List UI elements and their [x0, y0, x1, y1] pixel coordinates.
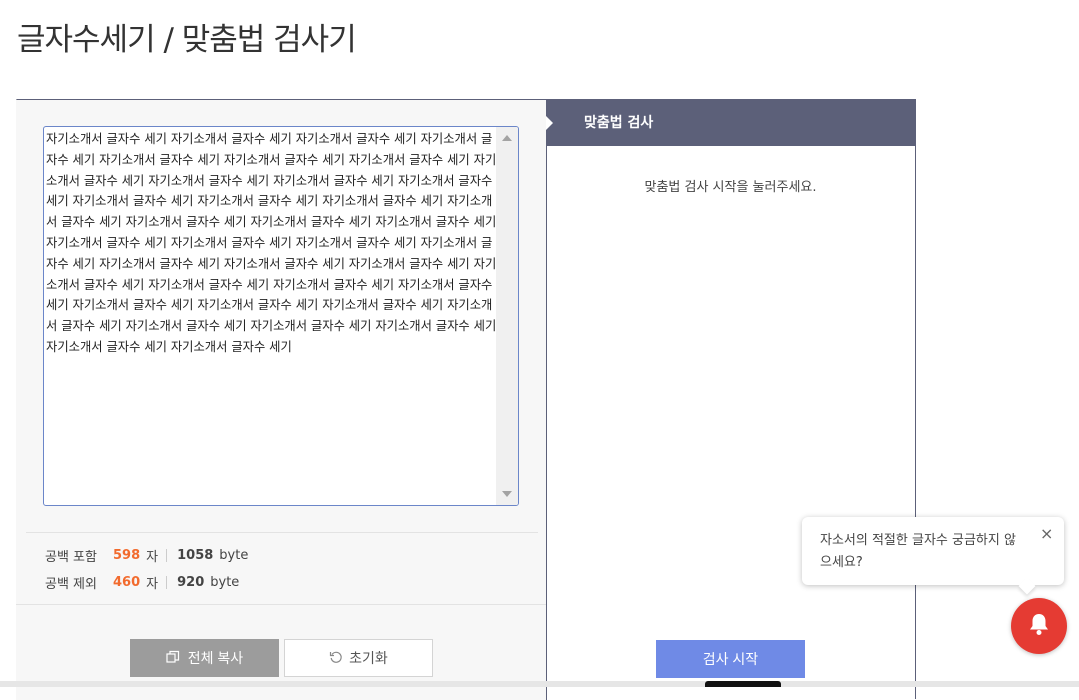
- copy-all-label: 전체 복사: [187, 650, 244, 666]
- char-count: 598: [113, 548, 141, 563]
- close-icon[interactable]: ×: [1040, 524, 1053, 543]
- spellcheck-message: 맞춤법 검사 시작을 눌러주세요.: [644, 180, 817, 195]
- stat-without-spaces: 공백 제외 460 자 920 byte: [45, 573, 239, 592]
- text-content[interactable]: 자기소개서 글자수 세기 자기소개서 글자수 세기 자기소개서 글자수 세기 자…: [46, 129, 498, 358]
- separator: [166, 576, 168, 589]
- taskbar-item: [705, 681, 781, 687]
- byte-unit: byte: [219, 548, 249, 563]
- scrollbar[interactable]: [496, 127, 518, 505]
- page-title: 글자수세기 / 맞춤법 검사기: [17, 22, 357, 58]
- char-count: 460: [113, 575, 141, 590]
- reset-label: 초기화: [349, 650, 388, 666]
- taskbar: [0, 681, 1079, 687]
- bell-icon: [1028, 612, 1050, 640]
- header-pointer-icon: [546, 116, 553, 130]
- scroll-down-arrow-icon[interactable]: [502, 491, 512, 497]
- spellcheck-panel: [546, 146, 915, 700]
- reset-button[interactable]: 초기화: [284, 639, 433, 677]
- refresh-icon: [329, 650, 343, 667]
- char-unit: 자: [146, 550, 159, 565]
- check-start-button[interactable]: 검사 시작: [656, 640, 805, 678]
- text-input-area[interactable]: 자기소개서 글자수 세기 자기소개서 글자수 세기 자기소개서 글자수 세기 자…: [43, 126, 519, 506]
- byte-unit: byte: [210, 575, 240, 590]
- stat-label: 공백 포함: [45, 550, 97, 565]
- copy-all-button[interactable]: 전체 복사: [130, 639, 279, 677]
- byte-count: 1058: [177, 548, 214, 563]
- scroll-up-arrow-icon[interactable]: [502, 135, 512, 141]
- divider: [26, 532, 538, 533]
- stat-with-spaces: 공백 포함 598 자 1058 byte: [45, 546, 248, 565]
- toast-message: 자소서의 적절한 글자수 궁금하지 않으세요?: [820, 533, 1016, 570]
- copy-icon: [166, 650, 180, 667]
- separator: [166, 549, 168, 562]
- spellcheck-header: 맞춤법 검사: [546, 100, 915, 146]
- char-unit: 자: [146, 577, 159, 592]
- divider: [16, 604, 546, 605]
- byte-count: 920: [177, 575, 205, 590]
- stat-label: 공백 제외: [45, 577, 97, 592]
- toast-popup: 자소서의 적절한 글자수 궁금하지 않으세요?: [802, 517, 1064, 585]
- notification-button[interactable]: [1011, 598, 1067, 654]
